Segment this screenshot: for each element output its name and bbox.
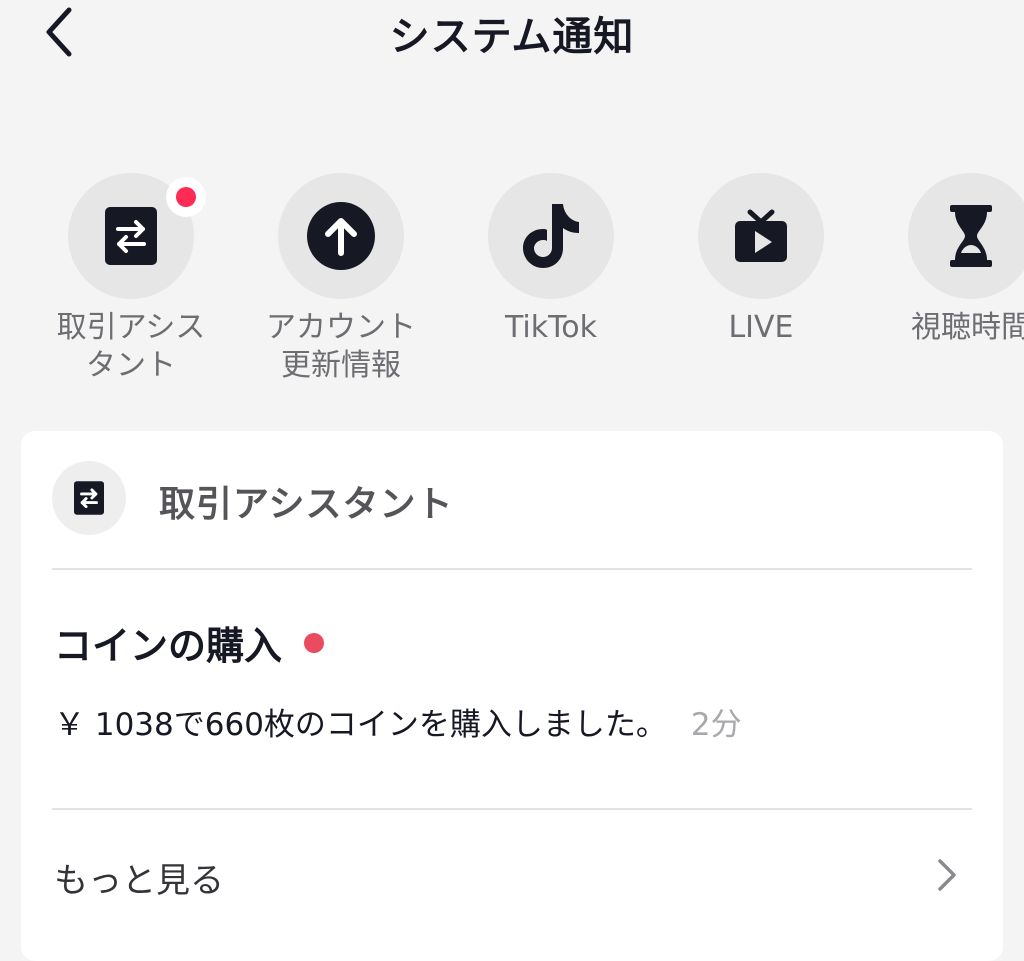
notification-card: 取引アシスタント コインの購入 ￥ 1038で660枚のコインを購入しました。 2… bbox=[21, 431, 1003, 961]
divider bbox=[52, 568, 972, 570]
card-header-title: 取引アシスタント bbox=[159, 484, 454, 525]
unread-badge bbox=[166, 177, 206, 217]
category-icon-circle bbox=[278, 173, 404, 299]
message-body-row[interactable]: ￥ 1038で660枚のコインを購入しました。 2分 bbox=[54, 699, 742, 744]
exchange-icon bbox=[74, 481, 104, 515]
header: システム通知 bbox=[0, 0, 1024, 64]
category-icon-circle bbox=[488, 173, 614, 299]
divider bbox=[52, 808, 972, 810]
category-label: アカウント 更新情報 bbox=[266, 310, 416, 383]
live-tv-icon bbox=[735, 209, 787, 262]
page-title: システム通知 bbox=[389, 14, 635, 60]
message-title: コインの購入 bbox=[54, 624, 283, 668]
category-icon-circle bbox=[908, 173, 1024, 299]
see-more-button[interactable]: もっと見る bbox=[21, 811, 1003, 943]
chevron-right-icon bbox=[927, 855, 967, 895]
see-more-label: もっと見る bbox=[54, 861, 224, 901]
category-icon-circle bbox=[698, 173, 824, 299]
hourglass-icon bbox=[950, 205, 992, 267]
category-account-updates[interactable]: アカウント 更新情報 bbox=[251, 173, 431, 385]
card-header-icon-circle bbox=[52, 461, 126, 535]
category-label: 取引アシス タント bbox=[56, 310, 206, 383]
exchange-icon bbox=[105, 207, 157, 265]
category-trade-assistant[interactable]: 取引アシス タント bbox=[41, 173, 221, 385]
message-body: ￥ 1038で660枚のコインを購入しました。 bbox=[54, 707, 667, 743]
card-header[interactable]: 取引アシスタント bbox=[21, 431, 1003, 568]
arrow-up-circle-icon bbox=[307, 202, 375, 270]
unread-dot bbox=[304, 632, 325, 653]
tiktok-logo-icon bbox=[523, 204, 579, 268]
category-label: 視聴時間 bbox=[911, 310, 1024, 345]
category-icon-circle bbox=[68, 173, 206, 299]
category-bar: 取引アシス タント アカウント 更新情報 TikTok LIVE 視聴時間 bbox=[0, 173, 1024, 403]
message-time: 2分 bbox=[690, 707, 742, 743]
category-watch-time[interactable]: 視聴時間 bbox=[881, 173, 1024, 347]
category-tiktok[interactable]: TikTok bbox=[461, 173, 641, 347]
category-live[interactable]: LIVE bbox=[671, 173, 851, 347]
message-title-row[interactable]: コインの購入 bbox=[54, 615, 325, 670]
category-label: TikTok bbox=[504, 310, 598, 345]
category-label: LIVE bbox=[728, 310, 794, 345]
